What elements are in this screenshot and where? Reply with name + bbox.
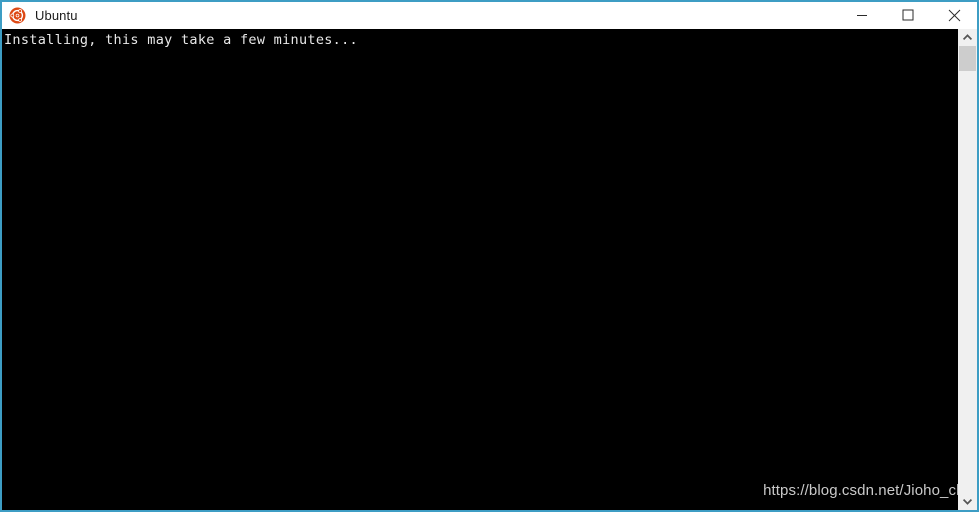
ubuntu-logo-icon[interactable] (9, 7, 26, 24)
chevron-down-icon (963, 498, 972, 505)
terminal-line: Installing, this may take a few minutes.… (4, 32, 358, 48)
minimize-button[interactable] (839, 2, 885, 29)
terminal-area: Installing, this may take a few minutes.… (2, 29, 977, 510)
minimize-icon (856, 9, 868, 21)
watermark-text: https://blog.csdn.net/Jioho_che (763, 482, 973, 499)
maximize-button[interactable] (885, 2, 931, 29)
titlebar-left-group: Ubuntu (2, 2, 78, 28)
maximize-icon (902, 9, 914, 21)
scrollbar-up-button[interactable] (958, 29, 977, 46)
close-button[interactable] (931, 2, 977, 29)
close-icon (948, 9, 961, 22)
scrollbar-thumb[interactable] (959, 46, 976, 71)
vertical-scrollbar[interactable] (958, 29, 977, 510)
window-controls (839, 2, 977, 29)
scrollbar-down-button[interactable] (958, 493, 977, 510)
ubuntu-terminal-window: Ubuntu Installing, this may take a few m… (0, 0, 979, 512)
chevron-up-icon (963, 34, 972, 41)
terminal-output[interactable]: Installing, this may take a few minutes.… (2, 29, 958, 510)
scrollbar-track[interactable] (958, 46, 977, 493)
window-title: Ubuntu (35, 7, 78, 23)
window-titlebar[interactable]: Ubuntu (2, 2, 977, 29)
